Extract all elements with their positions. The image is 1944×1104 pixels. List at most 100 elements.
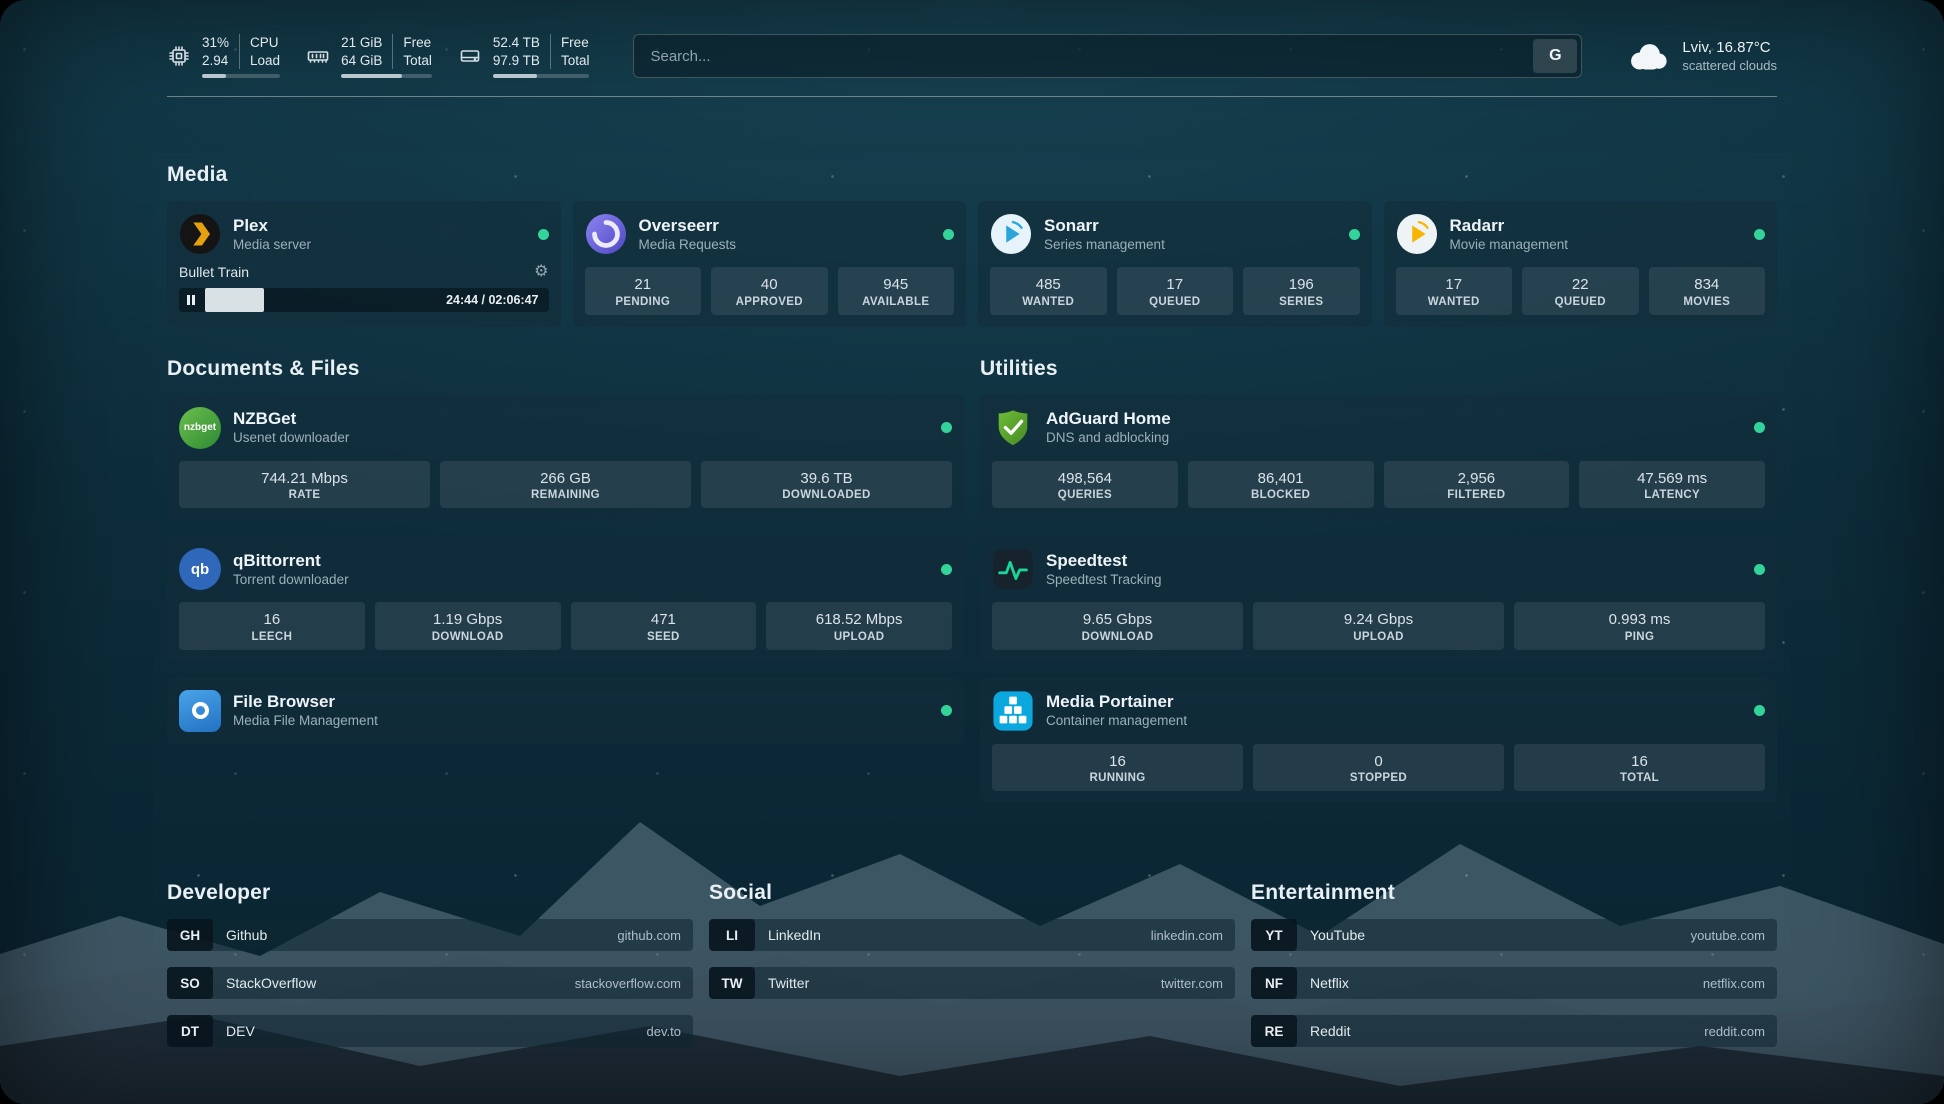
bookmark-youtube[interactable]: YT YouTube youtube.com (1251, 919, 1777, 951)
stat-value: 17 (1121, 275, 1230, 295)
bookmark-abbr: YT (1251, 919, 1297, 951)
stat-block: 17 QUEUED (1117, 267, 1234, 315)
bookmark-name: DEV (226, 1023, 255, 1039)
bookmark-dev[interactable]: DT DEV dev.to (167, 1015, 693, 1047)
bookmark-abbr: TW (709, 967, 755, 999)
stats-row: 16 LEECH 1.19 Gbps DOWNLOAD 471 SEED 6 (179, 602, 952, 650)
search-input[interactable] (648, 47, 1533, 66)
playback-progress-fill (205, 288, 264, 312)
cpu-loadavg: 2.94 (202, 52, 229, 70)
stat-block: 2,956 FILTERED (1384, 461, 1570, 509)
now-playing-row: Bullet Train ⚙ (179, 264, 549, 280)
filebrowser-service-link[interactable]: File Browser Media File Management (179, 690, 952, 732)
service-name: Media Portainer (1046, 691, 1187, 712)
stat-value: 16 (1518, 752, 1761, 772)
stat-block: 498,564 QUERIES (992, 461, 1178, 509)
stat-block: 16 RUNNING (992, 744, 1243, 792)
stat-value: 0.993 ms (1518, 610, 1761, 630)
service-name: File Browser (233, 691, 378, 712)
gear-icon[interactable]: ⚙ (534, 264, 548, 280)
card-speedtest: Speedtest Speedtest Tracking 9.65 Gbps D… (980, 536, 1777, 662)
adguard-service-link[interactable]: AdGuard Home DNS and adblocking (992, 407, 1765, 449)
bookmark-linkedin[interactable]: LI LinkedIn linkedin.com (709, 919, 1235, 951)
bookmark-domain: twitter.com (1161, 976, 1223, 991)
radarr-service-link[interactable]: Radarr Movie management (1396, 213, 1766, 255)
status-dot (1754, 229, 1765, 240)
bookmark-domain: stackoverflow.com (575, 976, 681, 991)
overseerr-icon (585, 213, 627, 255)
stat-value: 9.24 Gbps (1257, 610, 1500, 630)
bookmarks-developer: Developer GH Github github.com SO StackO… (167, 881, 693, 1063)
filebrowser-icon (179, 690, 221, 732)
stat-block: 485 WANTED (990, 267, 1107, 315)
service-name: qBittorrent (233, 550, 349, 571)
status-dot (941, 422, 952, 433)
bookmark-github[interactable]: GH Github github.com (167, 919, 693, 951)
search-provider-button[interactable]: G (1533, 39, 1577, 73)
status-dot (943, 229, 954, 240)
bookmarks-entertainment: Entertainment YT YouTube youtube.com NF … (1251, 881, 1777, 1063)
overseerr-service-link[interactable]: Overseerr Media Requests (585, 213, 955, 255)
card-plex: Plex Media server Bullet Train ⚙ 24:44 /… (167, 201, 561, 327)
bookmark-name: StackOverflow (226, 975, 316, 991)
section-title-developer: Developer (167, 881, 693, 905)
bookmark-domain: linkedin.com (1151, 928, 1223, 943)
playback-time: 24:44 / 02:06:47 (446, 288, 538, 312)
stat-value: 618.52 Mbps (770, 610, 948, 630)
bookmark-domain: dev.to (647, 1024, 681, 1039)
stat-label: PENDING (589, 296, 698, 308)
bookmark-netflix[interactable]: NF Netflix netflix.com (1251, 967, 1777, 999)
sonarr-service-link[interactable]: Sonarr Series management (990, 213, 1360, 255)
status-dot (538, 229, 549, 240)
status-dot (1754, 422, 1765, 433)
memory-label-bottom: Total (403, 52, 432, 70)
qbittorrent-service-link[interactable]: qb qBittorrent Torrent downloader (179, 548, 952, 590)
card-filebrowser: File Browser Media File Management (167, 678, 964, 744)
section-title-documents: Documents & Files (167, 357, 964, 381)
bookmark-twitter[interactable]: TW Twitter twitter.com (709, 967, 1235, 999)
section-title-entertainment: Entertainment (1251, 881, 1777, 905)
cpu-widget: 31% 2.94 CPU Load (167, 34, 280, 78)
stat-value: 22 (1526, 275, 1635, 295)
bookmark-name: YouTube (1310, 927, 1365, 943)
portainer-service-link[interactable]: Media Portainer Container management (992, 690, 1765, 732)
stat-value: 16 (996, 752, 1239, 772)
bookmark-name: Twitter (768, 975, 809, 991)
plex-player-bar: 24:44 / 02:06:47 (179, 288, 549, 312)
bookmark-stackoverflow[interactable]: SO StackOverflow stackoverflow.com (167, 967, 693, 999)
cloud-icon (1626, 39, 1670, 73)
status-dot (1754, 705, 1765, 716)
stat-value: 498,564 (996, 469, 1174, 489)
stat-block: 0.993 ms PING (1514, 602, 1765, 650)
stats-row: 9.65 Gbps DOWNLOAD 9.24 Gbps UPLOAD 0.99… (992, 602, 1765, 650)
service-description: Usenet downloader (233, 430, 349, 447)
nzbget-service-link[interactable]: nzbget NZBGet Usenet downloader (179, 407, 952, 449)
stat-label: SERIES (1247, 296, 1356, 308)
stat-block: 744.21 Mbps RATE (179, 461, 430, 509)
speedtest-service-link[interactable]: Speedtest Speedtest Tracking (992, 548, 1765, 590)
cpu-percent: 31% (202, 34, 229, 52)
bookmark-reddit[interactable]: RE Reddit reddit.com (1251, 1015, 1777, 1047)
nzbget-icon-label: nzbget (184, 422, 216, 433)
pause-icon[interactable] (187, 288, 195, 312)
stat-block: 16 LEECH (179, 602, 365, 650)
weather-condition: scattered clouds (1682, 58, 1777, 73)
bookmark-domain: netflix.com (1703, 976, 1765, 991)
stat-label: UPLOAD (1257, 631, 1500, 643)
status-dot (1349, 229, 1360, 240)
stat-value: 86,401 (1192, 469, 1370, 489)
status-dot (941, 705, 952, 716)
stat-label: DOWNLOADED (705, 489, 948, 501)
stat-label: APPROVED (715, 296, 824, 308)
dashboard-content: 31% 2.94 CPU Load (167, 0, 1777, 1063)
cpu-label-top: CPU (250, 34, 280, 52)
stat-block: 618.52 Mbps UPLOAD (766, 602, 952, 650)
bookmarks-area: Developer GH Github github.com SO StackO… (167, 881, 1777, 1063)
card-nzbget: nzbget NZBGet Usenet downloader 744.21 M… (167, 395, 964, 521)
plex-service-link[interactable]: Plex Media server (179, 213, 549, 255)
stats-row: 21 PENDING 40 APPROVED 945 AVAILABLE (585, 267, 955, 315)
nzbget-icon: nzbget (179, 407, 221, 449)
stat-block: 86,401 BLOCKED (1188, 461, 1374, 509)
bookmark-name: LinkedIn (768, 927, 821, 943)
header-divider (167, 96, 1777, 97)
